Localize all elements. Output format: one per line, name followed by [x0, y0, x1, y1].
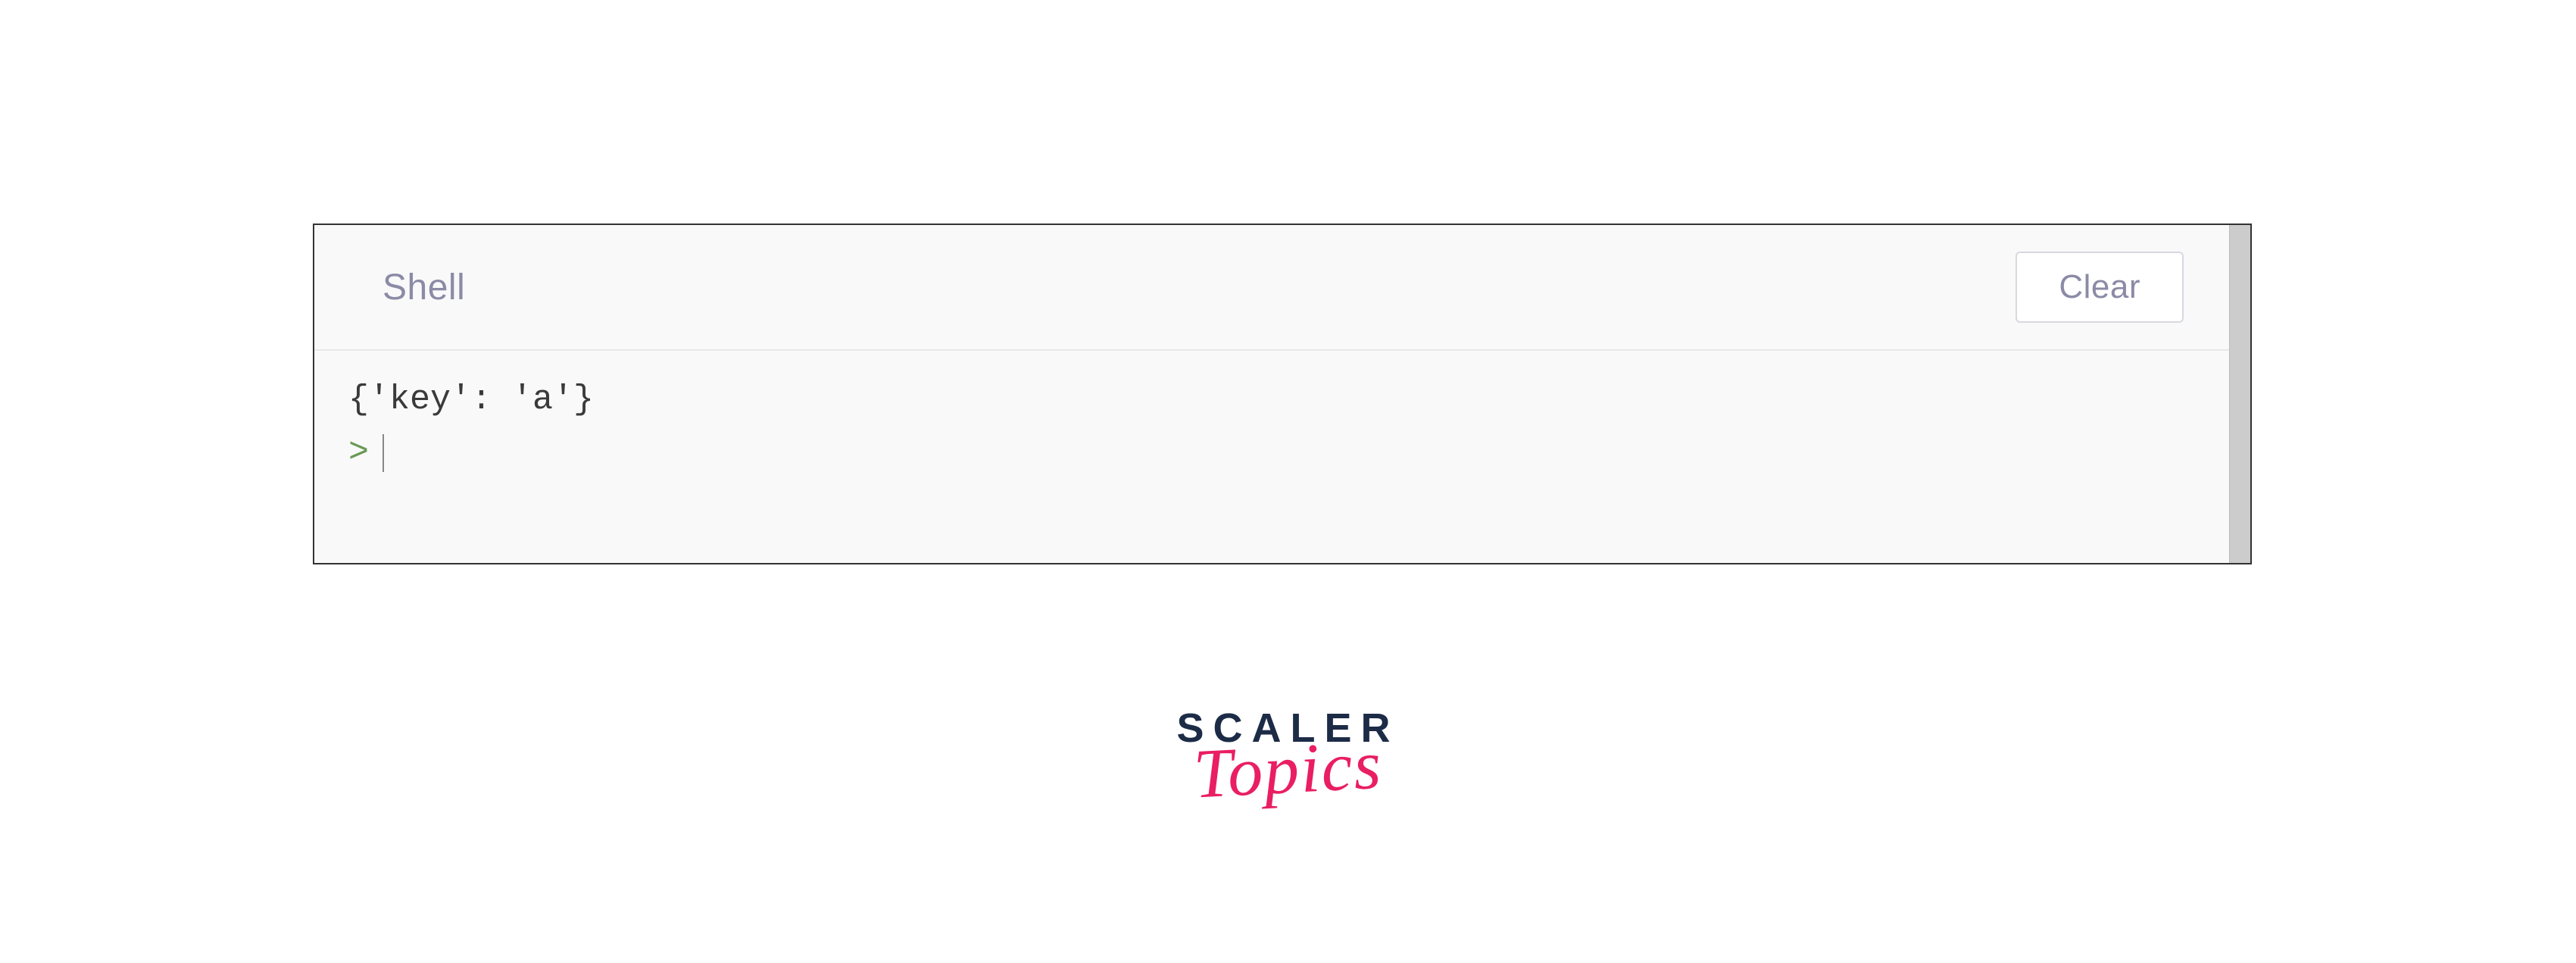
output-line: {'key': 'a'}: [348, 374, 2195, 427]
prompt-symbol: >: [348, 427, 369, 480]
logo-subbrand-text: Topics: [1191, 724, 1384, 814]
shell-content-area: Shell Clear {'key': 'a'} >: [314, 225, 2229, 563]
shell-header: Shell Clear: [314, 225, 2229, 351]
shell-panel: Shell Clear {'key': 'a'} >: [313, 224, 2252, 564]
prompt-line[interactable]: >: [348, 427, 2195, 480]
shell-inner-wrapper: Shell Clear {'key': 'a'} >: [314, 225, 2250, 563]
clear-button[interactable]: Clear: [2016, 252, 2184, 323]
scrollbar[interactable]: [2229, 225, 2250, 563]
brand-logo: SCALER Topics: [1176, 705, 1399, 809]
shell-title: Shell: [382, 267, 465, 308]
cursor-icon: [382, 434, 384, 472]
shell-output-area[interactable]: {'key': 'a'} >: [314, 351, 2229, 563]
